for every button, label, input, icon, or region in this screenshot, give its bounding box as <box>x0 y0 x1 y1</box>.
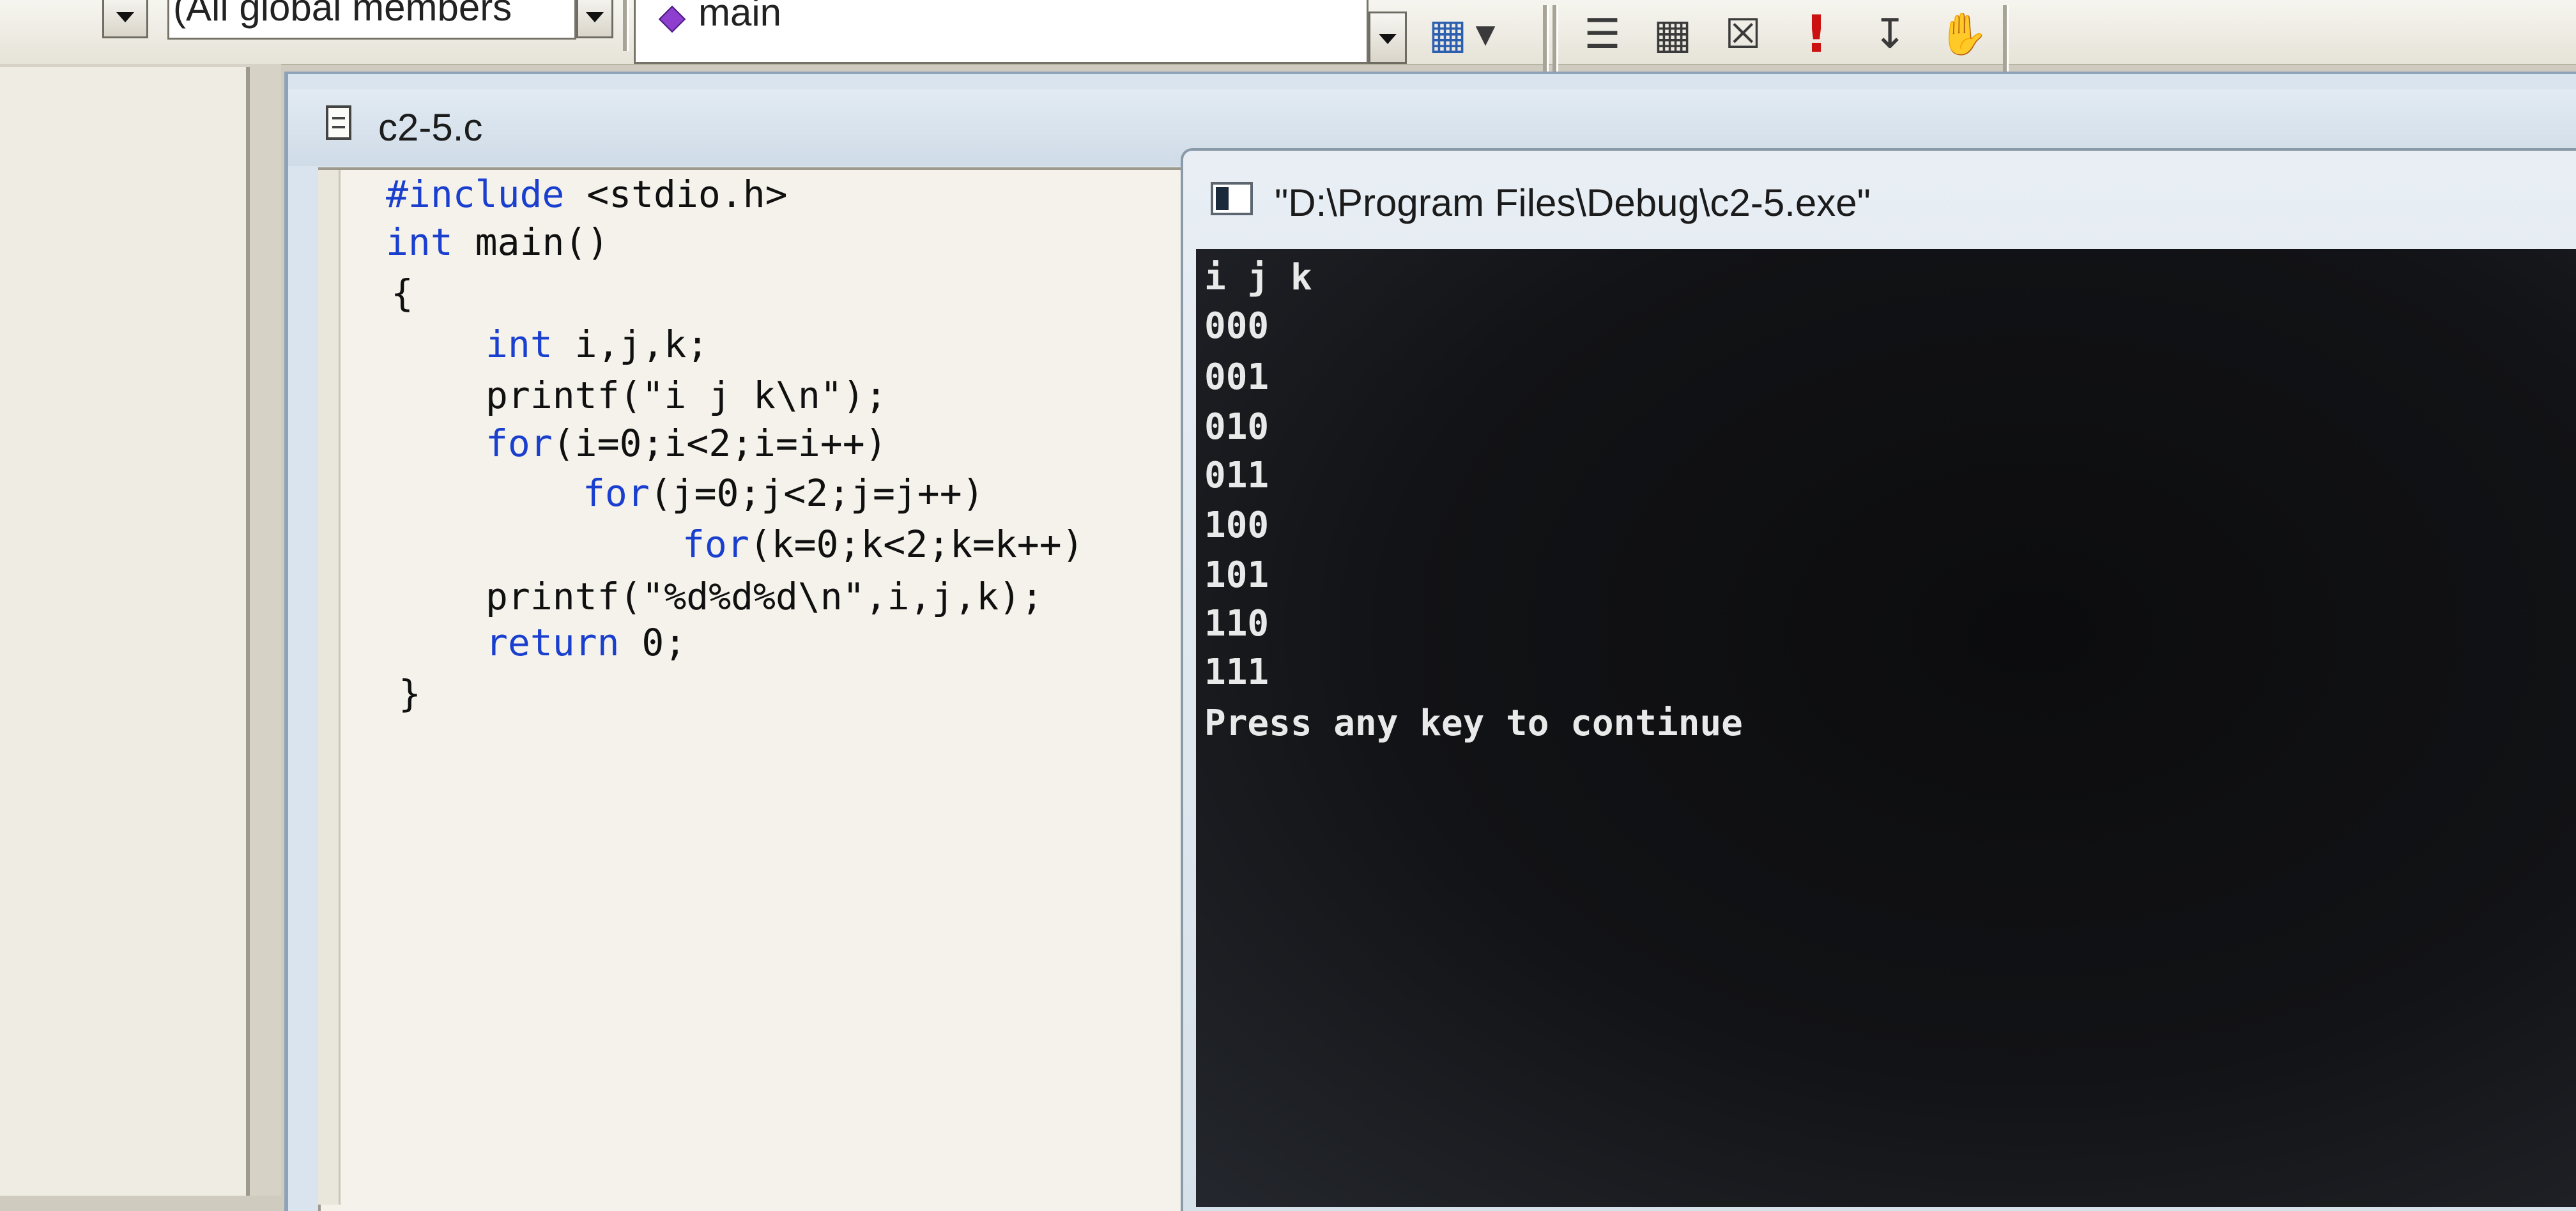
code-keyword: int <box>386 220 453 264</box>
console-line: Press any key to continue <box>1204 703 1743 744</box>
code-keyword: for <box>486 422 553 465</box>
scope-combo[interactable]: (All global members <box>167 0 576 40</box>
code-keyword: return <box>486 621 620 664</box>
console-line: 010 <box>1204 406 1269 448</box>
toolbar-separator <box>1543 5 1549 75</box>
code-line: #include <stdio.h> <box>386 172 788 216</box>
code-line: int main() <box>386 220 609 264</box>
console-line: 111 <box>1204 651 1269 693</box>
console-line: i j k <box>1204 257 1312 298</box>
function-combo-value: main <box>698 0 782 34</box>
document-icon <box>326 105 351 140</box>
editor-selection-margin[interactable] <box>318 170 341 1205</box>
go-icon[interactable]: ↧ <box>1859 8 1920 61</box>
code-line: printf("%d%d%d\n",i,j,k); <box>486 575 1043 618</box>
chevron-down-icon <box>1379 34 1397 44</box>
compile-icon[interactable]: ☰ <box>1572 8 1633 61</box>
document-title: c2-5.c <box>378 106 483 149</box>
stop-build-icon[interactable]: ☒ <box>1712 8 1774 61</box>
code-text: (i=0;i<2;i=i++) <box>552 422 887 465</box>
code-text: 0; <box>619 621 687 664</box>
console-app-icon[interactable] <box>1211 182 1253 215</box>
scope-combo-value: (All global members <box>173 0 512 29</box>
code-text: main() <box>452 220 610 264</box>
code-line: { <box>391 271 413 315</box>
code-line: return 0; <box>486 621 686 664</box>
code-editor[interactable] <box>318 167 1190 1211</box>
code-keyword: for <box>583 471 650 515</box>
code-line: for(j=0;j<2;j=j++) <box>583 471 985 515</box>
console-line: 110 <box>1204 603 1269 644</box>
console-line: 000 <box>1204 305 1269 347</box>
console-line: 101 <box>1204 554 1269 596</box>
code-text: printf("i j k\n"); <box>486 374 887 417</box>
class-dropdown-button[interactable] <box>102 0 148 38</box>
code-text: (j=0;j<2;j=j++) <box>649 471 985 515</box>
chevron-down-icon <box>116 12 134 22</box>
code-keyword: for <box>682 522 749 566</box>
code-line: for(i=0;i<2;i=i++) <box>486 422 887 465</box>
code-line: } <box>399 672 421 715</box>
toolbar-separator <box>1552 5 1558 75</box>
function-diamond-icon <box>658 5 686 33</box>
code-text: (k=0;k<2;k=k++) <box>749 522 1084 566</box>
code-text: i,j,k; <box>552 323 709 366</box>
code-keyword: int <box>486 323 553 366</box>
code-line: for(k=0;k<2;k=k++) <box>682 522 1084 566</box>
code-line: printf("i j k\n"); <box>486 374 887 417</box>
console-title: "D:\Program Files\Debug\c2-5.exe" <box>1275 181 1871 224</box>
console-line: 100 <box>1204 505 1269 546</box>
chevron-down-icon <box>586 12 604 22</box>
code-text: printf("%d%d%d\n",i,j,k); <box>486 575 1043 618</box>
function-dropdown-button[interactable] <box>1368 11 1407 64</box>
execute-icon[interactable]: ! <box>1786 8 1847 61</box>
wizard-dropdown-icon[interactable]: ▼ <box>1469 8 1501 61</box>
workspace-tree-area[interactable] <box>0 67 250 1196</box>
function-combo[interactable]: main <box>634 0 1368 64</box>
console-line: 001 <box>1204 356 1269 398</box>
console-line: 011 <box>1204 455 1269 496</box>
toolbar-separator <box>623 0 629 51</box>
code-text: } <box>399 672 421 715</box>
code-text: { <box>391 271 413 315</box>
code-keyword: #include <box>386 172 565 216</box>
scope-dropdown-button[interactable] <box>576 0 613 38</box>
code-line: int i,j,k; <box>486 323 709 366</box>
build-icon[interactable]: ▦ <box>1642 8 1703 61</box>
code-text: <stdio.h> <box>564 172 788 216</box>
toolbar-separator <box>2003 5 2009 75</box>
breakpoint-hand-icon[interactable]: ✋ <box>1933 8 1994 61</box>
